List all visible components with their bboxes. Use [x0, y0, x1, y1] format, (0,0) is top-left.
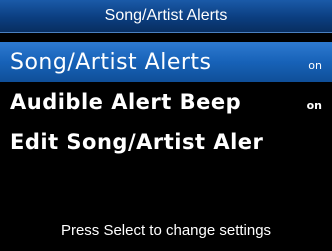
footer-hint: Press Select to change settings — [60, 222, 272, 239]
menu-list: Song/Artist Alerts on Audible Alert Beep… — [0, 42, 332, 162]
menu-item-label: Audible Alert Beep — [10, 90, 242, 114]
menu-item-label: Song/Artist Alerts — [10, 49, 212, 75]
menu-item-value: on — [308, 59, 322, 72]
menu-item-value: on — [306, 99, 322, 112]
screen-title: Song/Artist Alerts — [104, 7, 228, 24]
menu-item-edit-song-artist-alerts[interactable]: Edit Song/Artist Aler — [0, 122, 332, 162]
menu-item-song-artist-alerts[interactable]: Song/Artist Alerts on — [0, 42, 332, 82]
title-bar: Song/Artist Alerts — [0, 0, 332, 33]
menu-item-label: Edit Song/Artist Aler — [10, 130, 264, 154]
menu-item-audible-alert-beep[interactable]: Audible Alert Beep on — [0, 82, 332, 122]
device-screen: Song/Artist Alerts Song/Artist Alerts on… — [0, 0, 332, 251]
